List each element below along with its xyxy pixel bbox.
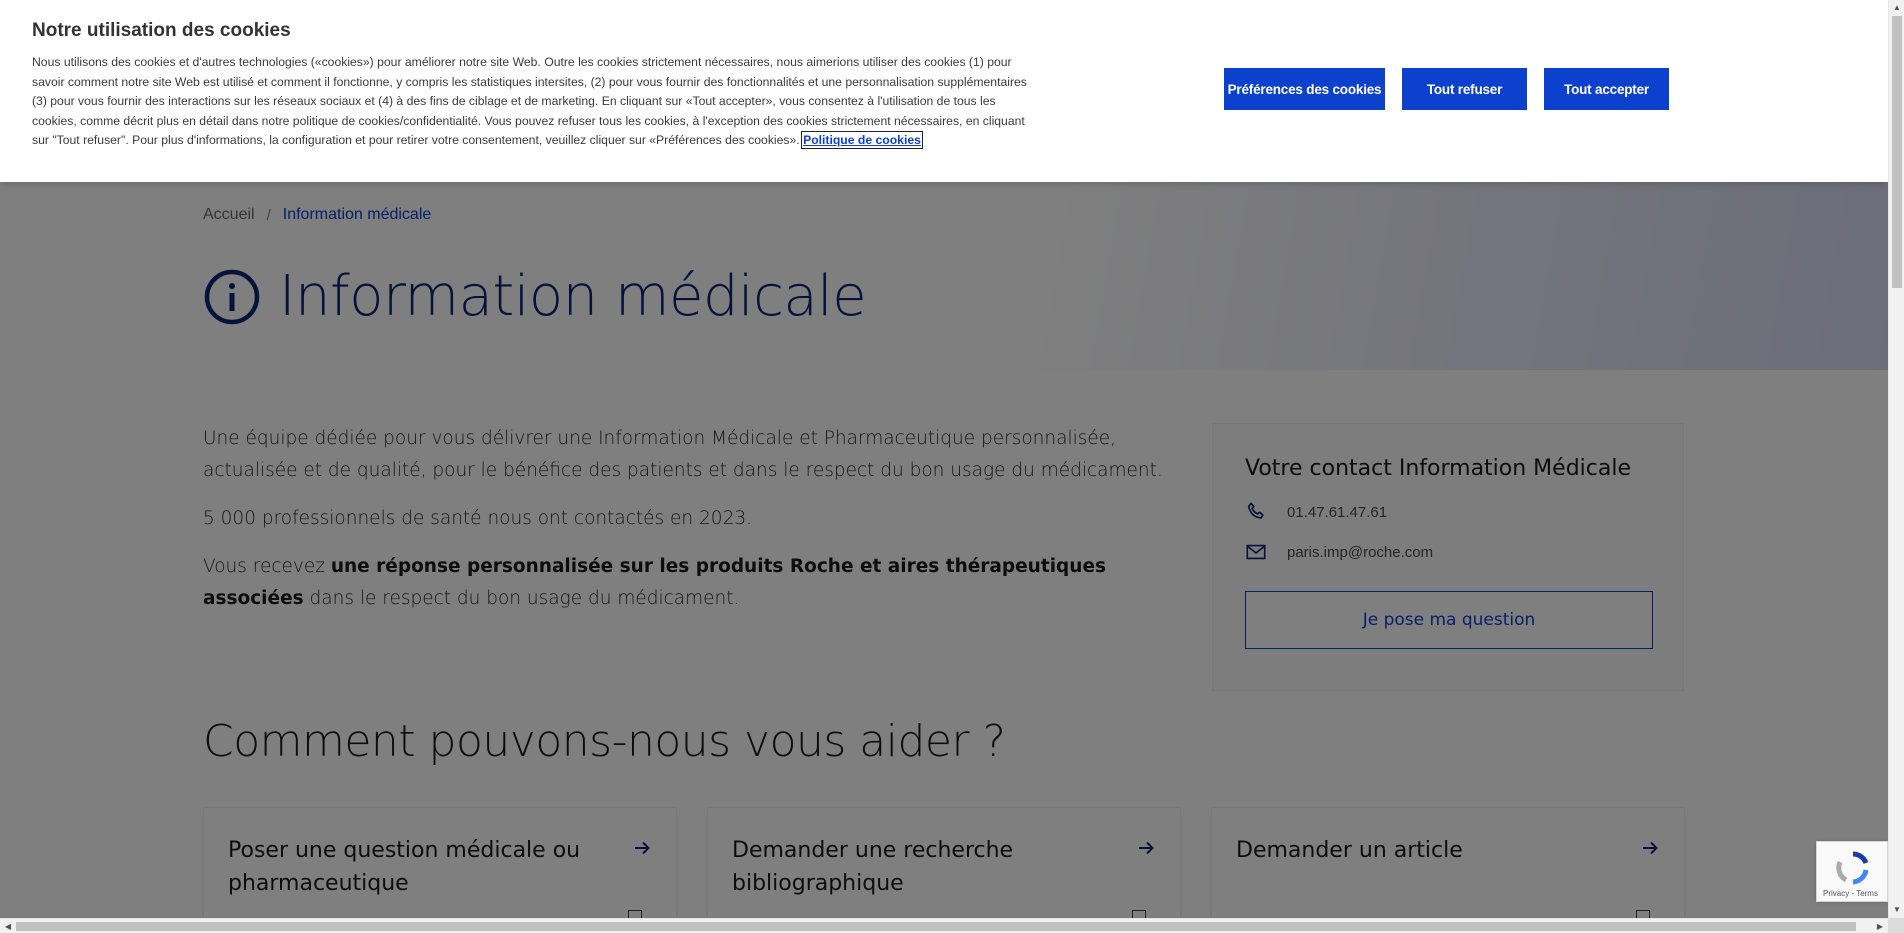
cookie-policy-link[interactable]: Politique de cookies — [801, 131, 923, 150]
scroll-right-icon[interactable]: ▶ — [1872, 919, 1888, 933]
scroll-down-icon[interactable]: ▼ — [1889, 902, 1904, 918]
recaptcha-privacy-terms[interactable]: Privacy - Terms — [1823, 889, 1878, 898]
cookie-banner: Notre utilisation des cookies Nous utili… — [0, 0, 1888, 182]
scrollbar-corner — [1888, 918, 1904, 933]
accept-all-button[interactable]: Tout accepter — [1544, 68, 1669, 110]
cookie-banner-description: Nous utilisons des cookies et d'autres t… — [32, 53, 1032, 151]
recaptcha-icon — [1835, 850, 1871, 886]
recaptcha-badge[interactable]: Privacy - Terms — [1816, 841, 1888, 902]
cookie-banner-title: Notre utilisation des cookies — [32, 20, 291, 41]
cookie-button-group: Préférences des cookies Tout refuser Tou… — [1224, 68, 1669, 110]
horizontal-scroll-thumb[interactable] — [16, 922, 1856, 931]
refuse-all-button[interactable]: Tout refuser — [1402, 68, 1527, 110]
scroll-left-icon[interactable]: ◀ — [0, 919, 16, 933]
horizontal-scrollbar[interactable]: ◀ ▶ — [0, 918, 1888, 933]
scroll-up-icon[interactable]: ▲ — [1889, 0, 1904, 16]
vertical-scroll-thumb[interactable] — [1892, 16, 1902, 288]
cookie-preferences-button[interactable]: Préférences des cookies — [1224, 68, 1385, 110]
vertical-scrollbar[interactable]: ▲ ▼ — [1888, 0, 1904, 918]
